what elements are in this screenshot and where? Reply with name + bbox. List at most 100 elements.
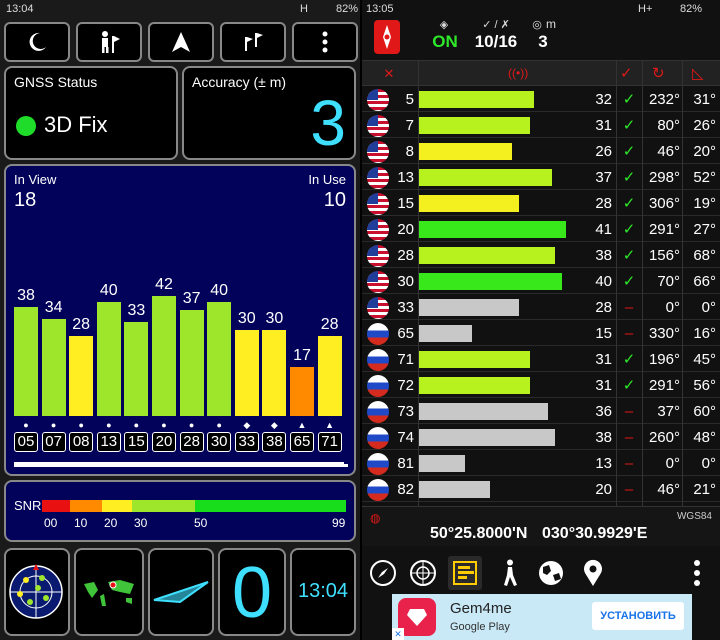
sky-view-thumbnail[interactable] (4, 548, 70, 636)
used-check-icon: ✓ (622, 247, 636, 264)
prn-cell: 71 (397, 350, 414, 368)
snr-cell: 15 (595, 324, 612, 342)
snr-cell: 38 (595, 246, 612, 264)
table-row[interactable]: 30 40 ✓ 70° 66° (362, 268, 720, 294)
prn-cell: 8 (405, 142, 414, 160)
compass-tab[interactable] (366, 556, 400, 590)
elevation-column-icon[interactable]: ◺ (692, 64, 704, 82)
signal-bar-08 (69, 336, 94, 416)
azimuth-cell: 156° (648, 246, 680, 264)
snr-bar (418, 117, 530, 134)
sky-view-icon (9, 564, 63, 619)
ad-close-icon[interactable]: ✕ (392, 628, 404, 640)
usa-flag-icon (367, 193, 389, 215)
signal-bars-tab[interactable] (448, 556, 482, 590)
snr-bar (418, 247, 556, 264)
azimuth-cell: 291° (648, 220, 680, 238)
elevation-cell: 16° (693, 324, 716, 342)
azimuth-cell: 0° (665, 454, 680, 472)
table-row[interactable]: 13 37 ✓ 298° 52° (362, 164, 720, 190)
snr-bar (418, 221, 566, 238)
world-map-thumbnail[interactable] (74, 548, 144, 636)
signal-value-label: 17 (293, 347, 311, 365)
compass-thumbnail[interactable] (148, 548, 214, 636)
table-row[interactable]: 20 41 ✓ 291° 27° (362, 216, 720, 242)
azimuth-cell: 80° (657, 116, 680, 134)
not-used-dash-icon: – (624, 428, 634, 446)
walker-tab[interactable] (492, 556, 526, 590)
compass-icon (370, 560, 396, 586)
constellation-marker: ● (50, 420, 57, 430)
table-row[interactable]: 72 31 ✓ 291° 56° (362, 372, 720, 398)
azimuth-cell: 46° (657, 480, 680, 498)
prn-cell: 81 (397, 454, 414, 472)
constellation-marker: ▲ (325, 420, 335, 430)
table-row[interactable]: 5 32 ✓ 232° 31° (362, 86, 720, 112)
datum-label: WGS84 (676, 511, 712, 522)
walker-icon (504, 559, 517, 586)
signal-bar-71 (317, 336, 342, 416)
ad-store: Google Play (450, 621, 510, 633)
table-row[interactable]: 71 31 ✓ 196° 45° (362, 346, 720, 372)
snr-tick-4: 50 (194, 516, 208, 530)
map-tab[interactable] (576, 556, 610, 590)
used-column-icon[interactable]: ✓ (620, 64, 633, 82)
used-check-icon: ✓ (622, 91, 636, 108)
azimuth-cell: 70° (657, 272, 680, 290)
status-network: H+ (638, 3, 653, 15)
app-logo-icon[interactable] (374, 20, 400, 54)
used-check-icon: ✓ (622, 143, 636, 160)
snr-column-icon[interactable]: ((•)) (508, 66, 528, 80)
used-check-icon: ✓ (622, 221, 636, 238)
prn-cell: 65 (397, 324, 414, 342)
clock-panel: 13:04 (290, 548, 356, 636)
gps-on-icon: ◈ (439, 19, 449, 31)
status-time: 13:05 (366, 3, 394, 15)
azimuth-cell: 306° (648, 194, 680, 212)
sats-used-icon: ✓ / ✗ (482, 19, 510, 31)
snr-cell: 20 (595, 480, 612, 498)
prn-cell: 13 (397, 168, 414, 186)
globe-tab[interactable] (534, 556, 568, 590)
table-row[interactable]: 74 38–260° 48° (362, 424, 720, 450)
not-used-dash-icon: – (624, 454, 634, 472)
snr-cell: 40 (595, 272, 612, 290)
overflow-menu-button[interactable] (680, 556, 714, 590)
table-row[interactable]: 82 20– 46° 21° (362, 476, 720, 502)
prn-cell: 73 (397, 402, 414, 420)
table-row[interactable]: 7 31 ✓ 80° 26° (362, 112, 720, 138)
snr-cell: 31 (595, 116, 612, 134)
table-row[interactable]: 33 28– 0° 0° (362, 294, 720, 320)
signal-bar-13 (96, 301, 121, 416)
snr-scale-panel: SNR 00 10 20 30 50 99 (4, 480, 356, 542)
snr-cell: 41 (595, 220, 612, 238)
elevation-cell: 0° (701, 454, 716, 472)
divider (616, 60, 617, 506)
usa-flag-icon (367, 297, 389, 319)
snr-tick-5: 99 (332, 516, 346, 530)
russia-flag-icon (367, 479, 389, 501)
snr-bar (418, 351, 530, 368)
table-row[interactable]: 81 13– 0° 0° (362, 450, 720, 476)
azimuth-column-icon[interactable]: ↻ (652, 64, 665, 82)
table-row[interactable]: 15 28 ✓ 306° 19° (362, 190, 720, 216)
russia-flag-icon (367, 453, 389, 475)
ad-banner[interactable]: Gem4me Google Play УСТАНОВИТЬ ✕ (392, 594, 692, 640)
elevation-cell: 60° (693, 402, 716, 420)
sky-view-tab[interactable] (406, 556, 440, 590)
prn-label: 13 (96, 432, 121, 452)
header-accuracy-value: 3 (538, 32, 548, 51)
russia-flag-icon (367, 375, 389, 397)
elevation-cell: 21° (693, 480, 716, 498)
speed-panel: 0 (218, 548, 286, 636)
russia-flag-icon (367, 427, 389, 449)
constellation-column-icon[interactable]: ✕ (382, 67, 396, 81)
satellite-list-screen: 13:05 H+ 82% ◈ ON ✓ / ✗ 10/16 ◎ m 3 ✕ ((… (362, 0, 720, 640)
table-row[interactable]: 65 15–330° 16° (362, 320, 720, 346)
signal-value-label: 33 (127, 301, 146, 319)
table-row[interactable]: 73 36– 37° 60° (362, 398, 720, 424)
table-row[interactable]: 8 26 ✓ 46° 20° (362, 138, 720, 164)
ad-install-button[interactable]: УСТАНОВИТЬ (592, 602, 684, 630)
table-row[interactable]: 28 38 ✓ 156° 68° (362, 242, 720, 268)
constellation-marker: ● (133, 420, 140, 430)
